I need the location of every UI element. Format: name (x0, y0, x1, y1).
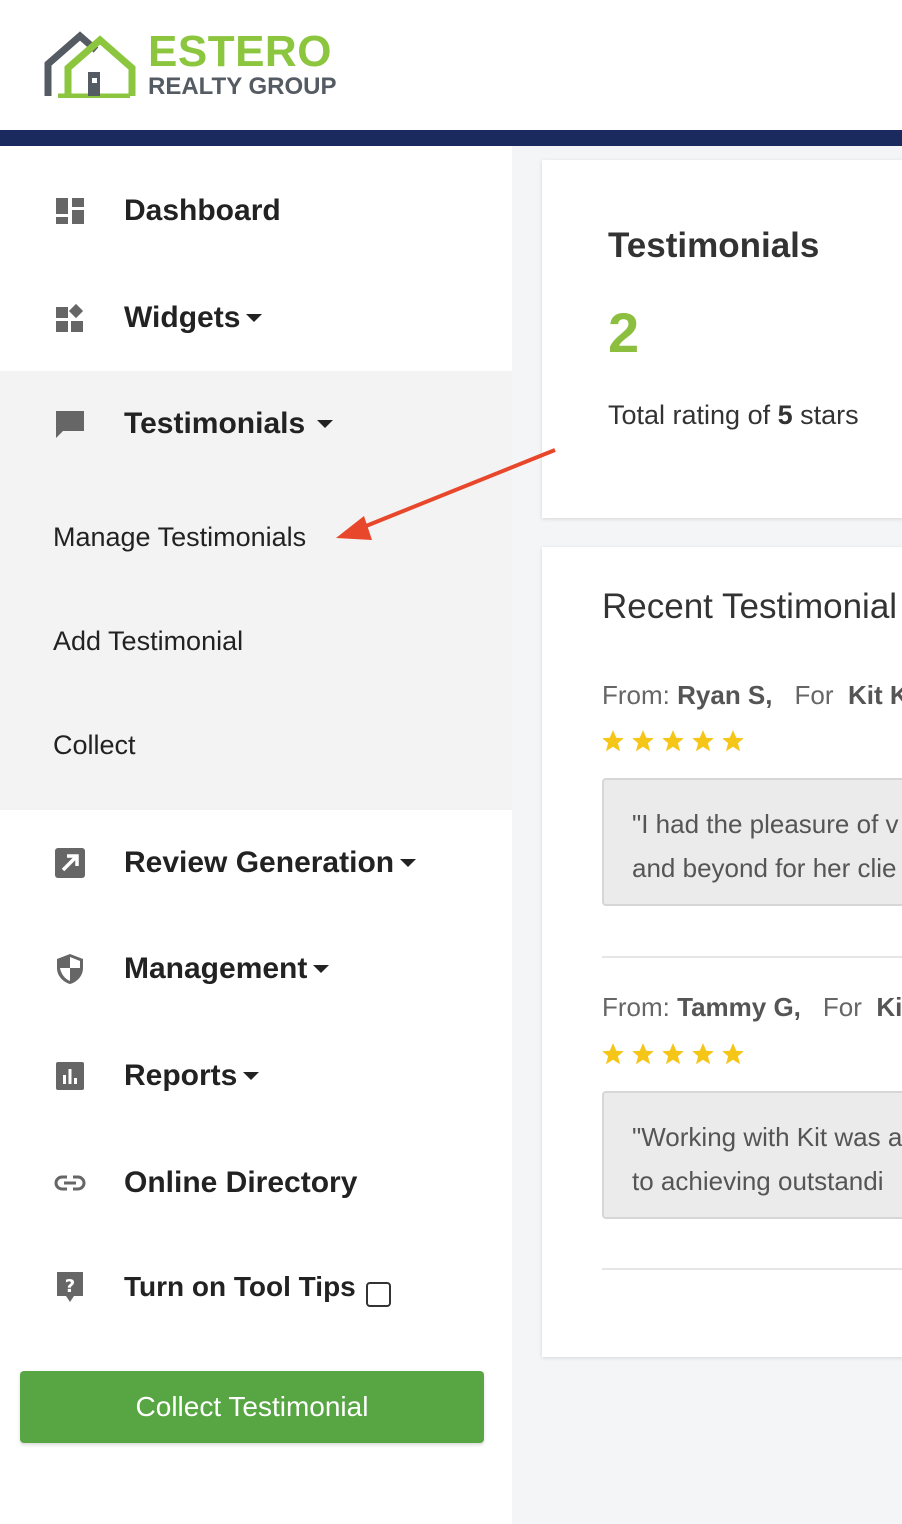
link-icon (52, 1165, 88, 1201)
submenu-manage-testimonials[interactable]: Manage Testimonials (53, 522, 306, 553)
star-icon (722, 730, 744, 752)
bar-chart-icon (52, 1058, 88, 1094)
testimonial-quote-box[interactable]: "I had the pleasure of v and beyond for … (602, 778, 902, 906)
star-icon (662, 1043, 684, 1065)
star-icon (632, 1043, 654, 1065)
navbar-bar (0, 130, 902, 146)
sidebar-item-management[interactable]: Management (0, 934, 512, 1004)
sidebar-item-reports[interactable]: Reports (0, 1041, 512, 1111)
collect-testimonial-button[interactable]: Collect Testimonial (20, 1371, 484, 1443)
sidebar-item-label: Management (124, 952, 330, 986)
submenu-add-testimonial[interactable]: Add Testimonial (53, 626, 243, 657)
chat-bubble-icon (52, 406, 88, 442)
star-icon (692, 730, 714, 752)
sidebar-item-label: Testimonials (124, 407, 334, 441)
star-icon (722, 1043, 744, 1065)
sidebar-item-dashboard[interactable]: Dashboard (0, 176, 512, 246)
top-header: ESTERO REALTY GROUP (0, 0, 902, 130)
sidebar-item-tool-tips[interactable]: ? Turn on Tool Tips (0, 1252, 512, 1322)
agent-name: Ki (876, 992, 902, 1022)
house-logo-icon (44, 31, 136, 98)
brand-name: ESTERO (148, 27, 332, 76)
star-rating (600, 1041, 746, 1069)
total-rating: Total rating of 5 stars (608, 400, 859, 430)
sidebar-item-review-generation[interactable]: Review Generation (0, 828, 512, 898)
testimonial-from-line: From: Ryan S, For Kit K (602, 680, 902, 711)
testimonial-quote: "Working with Kit was a to achieving out… (632, 1122, 902, 1196)
dashboard-icon (52, 193, 88, 229)
chevron-down-icon (313, 965, 330, 973)
sidebar-item-testimonials[interactable]: Testimonials (0, 389, 512, 459)
sidebar-item-online-directory[interactable]: Online Directory (0, 1148, 512, 1218)
divider (602, 1268, 902, 1270)
recent-title: Recent Testimonial (602, 587, 898, 626)
testimonials-count: 2 (608, 301, 640, 364)
tool-tips-checkbox[interactable] (366, 1282, 391, 1307)
star-rating (600, 728, 746, 756)
testimonial-quote: "I had the pleasure of v and beyond for … (632, 809, 899, 883)
sidebar-item-label: Reports (124, 1059, 260, 1093)
star-icon (602, 1043, 624, 1065)
chevron-down-icon (246, 314, 263, 322)
testimonials-summary-card (542, 160, 902, 518)
sidebar-item-label: Review Generation (124, 846, 417, 880)
reviewer-name: Ryan S, (677, 680, 773, 710)
star-icon (692, 1043, 714, 1065)
agent-name: Kit K (847, 680, 902, 710)
summary-title: Testimonials (608, 226, 820, 265)
submenu-collect[interactable]: Collect (53, 730, 136, 761)
shield-icon (52, 951, 88, 987)
brand-logo[interactable]: ESTERO REALTY GROUP (44, 28, 344, 104)
testimonial-from-line: From: Tammy G, For Ki (602, 992, 902, 1022)
sidebar-item-label: Widgets (124, 301, 263, 335)
chevron-down-icon (400, 859, 417, 867)
divider (602, 956, 902, 958)
external-arrow-icon (52, 845, 88, 881)
testimonial-quote-box[interactable]: "Working with Kit was a to achieving out… (602, 1091, 902, 1219)
chevron-down-icon (243, 1072, 260, 1080)
star-icon (662, 730, 684, 752)
svg-text:?: ? (65, 1276, 75, 1297)
brand-subtitle: REALTY GROUP (148, 73, 337, 100)
sidebar-item-label: Online Directory (124, 1166, 358, 1199)
chevron-down-icon (317, 420, 334, 428)
reviewer-name: Tammy G, (677, 992, 801, 1022)
sidebar-item-widgets[interactable]: Widgets (0, 283, 512, 353)
help-icon: ? (52, 1269, 88, 1305)
sidebar-item-label: Turn on Tool Tips (124, 1271, 356, 1302)
star-icon (632, 730, 654, 752)
star-icon (602, 730, 624, 752)
sidebar-item-label: Dashboard (124, 194, 281, 227)
widgets-icon (52, 300, 88, 336)
recent-testimonials-card (542, 547, 902, 1357)
